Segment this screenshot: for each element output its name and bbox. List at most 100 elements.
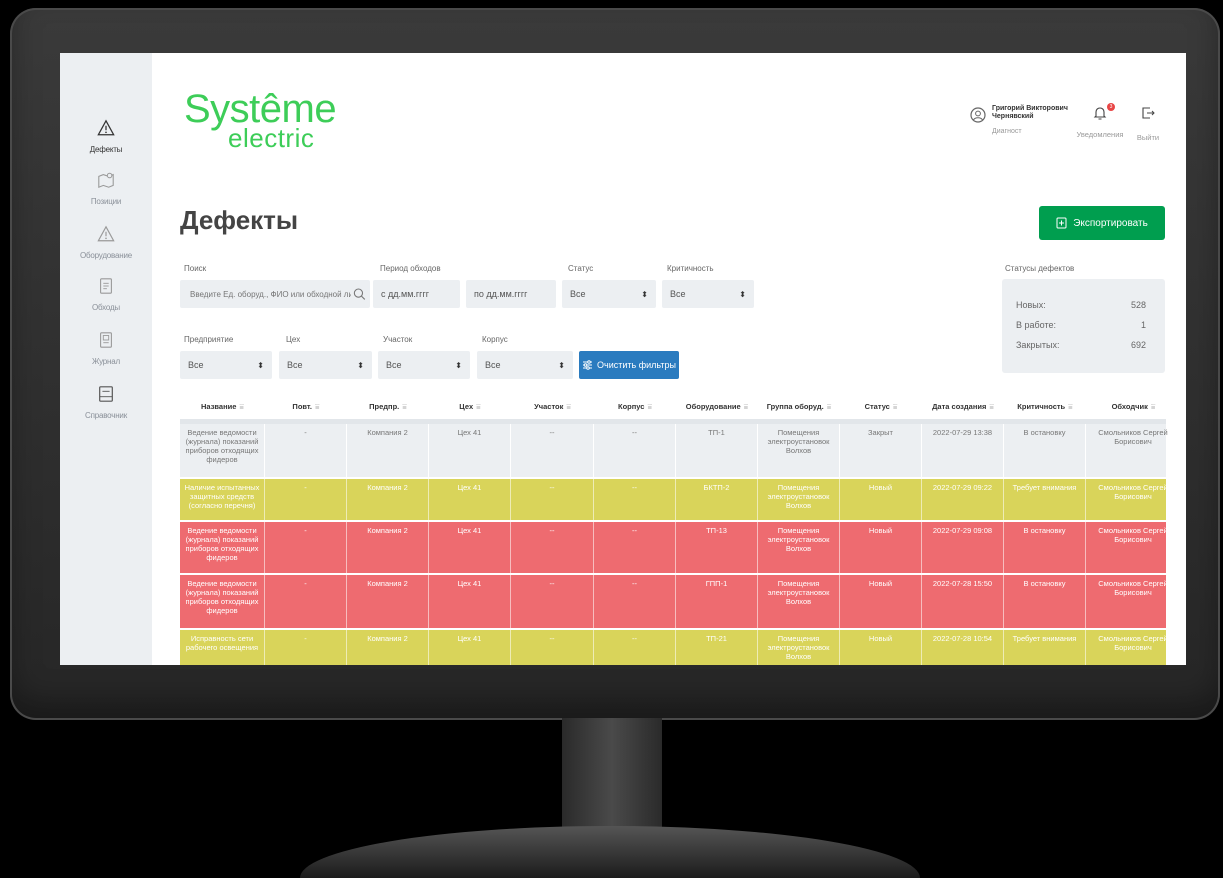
filter-icon[interactable]: ⩸ <box>476 402 481 411</box>
logout-button[interactable]: Выйти <box>1132 105 1164 142</box>
sidebar-item-label: Журнал <box>92 357 120 366</box>
table-cell: Цех 41 <box>429 424 511 477</box>
notifications-label: Уведомления <box>1076 130 1124 139</box>
table-cell: 2022-07-29 09:08 <box>922 522 1004 573</box>
table-cell: -- <box>594 575 676 628</box>
column-header[interactable]: Группа оборуд. ⩸ <box>758 402 840 412</box>
criticality-select[interactable]: Все ⬍ <box>662 280 754 308</box>
table-cell: Новый <box>840 522 922 573</box>
table-row[interactable]: Ведение ведомости (журнала) показаний пр… <box>180 424 1181 479</box>
table-cell: Цех 41 <box>429 630 511 665</box>
column-header[interactable]: Корпус ⩸ <box>594 402 676 412</box>
table-cell: Смольников Сергей Борисович <box>1086 522 1181 573</box>
select-arrows-icon: ⬍ <box>455 360 462 370</box>
building-select[interactable]: Все ⬍ <box>477 351 573 379</box>
table-cell: Компания 2 <box>347 630 429 665</box>
select-arrows-icon: ⬍ <box>641 289 648 299</box>
status-row-value: 528 <box>1130 300 1146 310</box>
filter-icon[interactable]: ⩸ <box>239 402 244 411</box>
filter-icon[interactable]: ⩸ <box>315 402 320 411</box>
table-cell: ГПП-1 <box>676 575 758 628</box>
filter-icon[interactable]: ⩸ <box>744 402 749 411</box>
sidebar-item-rounds[interactable]: Обходы <box>60 277 152 315</box>
column-header[interactable]: Повт. ⩸ <box>265 402 347 412</box>
sidebar-item-label: Оборудование <box>79 251 132 260</box>
sidebar-item-defects[interactable]: Дефекты <box>60 119 152 157</box>
filter-icon[interactable]: ⩸ <box>647 402 652 411</box>
document-icon <box>100 278 112 294</box>
filter-icon[interactable]: ⩸ <box>827 402 832 411</box>
table-row[interactable]: Ведение ведомости (журнала) показаний пр… <box>180 575 1181 630</box>
table-cell: - <box>265 479 347 520</box>
filter-icon[interactable]: ⩸ <box>893 402 898 411</box>
column-header[interactable]: Статус ⩸ <box>840 402 922 412</box>
status-row-label: Новых: <box>1016 300 1046 310</box>
status-row-value: 1 <box>1140 320 1146 330</box>
table-cell: Исправность сети рабочего освещения <box>180 630 265 665</box>
filter-icon[interactable]: ⩸ <box>1151 402 1156 411</box>
clear-filters-button[interactable]: Очистить фильтры <box>579 351 679 379</box>
column-header[interactable]: Название ⩸ <box>180 402 265 412</box>
filter-icon[interactable]: ⩸ <box>566 402 571 411</box>
table-cell: Смольников Сергей Борисович <box>1086 424 1181 477</box>
table-cell: Помещения электроустановок Волхов <box>758 424 840 477</box>
table-cell: -- <box>511 479 594 520</box>
sidebar-item-equipment[interactable]: Оборудование <box>60 225 152 263</box>
table-row[interactable]: Исправность сети рабочего освещения - Комп… <box>180 630 1181 665</box>
table-row[interactable]: Наличие испытанных защитных средств (сог… <box>180 479 1181 522</box>
column-header-label: Группа оборуд. <box>766 402 824 411</box>
table-cell: -- <box>594 630 676 665</box>
enterprise-select[interactable]: Все ⬍ <box>180 351 272 379</box>
column-header[interactable]: Предпр. ⩸ <box>347 402 429 412</box>
column-header[interactable]: Цех ⩸ <box>429 402 511 412</box>
period-to-input[interactable]: по дд.мм.гггг <box>466 280 556 308</box>
search-input[interactable] <box>188 288 354 300</box>
logout-label: Выйти <box>1136 133 1160 142</box>
table-cell: Смольников Сергей Борисович <box>1086 575 1181 628</box>
column-header-label: Дата создания <box>932 402 987 411</box>
table-cell: Наличие испытанных защитных средств (сог… <box>180 479 265 520</box>
table-cell: - <box>265 575 347 628</box>
table-cell: В остановку <box>1004 424 1086 477</box>
column-header[interactable]: Обходчик ⩸ <box>1086 402 1181 412</box>
column-header[interactable]: Дата создания ⩸ <box>922 402 1004 412</box>
filter-icon[interactable]: ⩸ <box>402 402 407 411</box>
brand-logo: Systême electric <box>184 89 337 153</box>
section-select[interactable]: Все ⬍ <box>378 351 470 379</box>
period-from-value: с дд.мм.гггг <box>381 289 430 299</box>
sidebar-item-positions[interactable]: Позиции <box>60 171 152 209</box>
column-header[interactable]: Оборудование ⩸ <box>676 402 758 412</box>
building-label: Корпус <box>482 335 508 344</box>
criticality-value: Все <box>670 289 686 299</box>
filter-icon[interactable]: ⩸ <box>989 402 994 411</box>
table-cell: -- <box>511 522 594 573</box>
table-cell: Новый <box>840 479 922 520</box>
status-select[interactable]: Все ⬍ <box>562 280 656 308</box>
table-cell: Ведение ведомости (журнала) показаний пр… <box>180 522 265 573</box>
column-header[interactable]: Участок ⩸ <box>511 402 594 412</box>
notifications-button[interactable]: 3 Уведомления <box>1075 103 1125 139</box>
table-cell: -- <box>594 479 676 520</box>
table-cell: Компания 2 <box>347 424 429 477</box>
table-cell: Помещения электроустановок Волхов <box>758 522 840 573</box>
table-cell: Компания 2 <box>347 522 429 573</box>
column-header[interactable]: Критичность ⩸ <box>1004 402 1086 412</box>
filter-icon[interactable]: ⩸ <box>1068 402 1073 411</box>
table-cell: -- <box>511 424 594 477</box>
sidebar-item-reference[interactable]: Справочник <box>60 385 152 423</box>
table-cell: Новый <box>840 575 922 628</box>
table-row[interactable]: Ведение ведомости (журнала) показаний пр… <box>180 522 1181 575</box>
logout-icon <box>1142 107 1155 119</box>
shop-select[interactable]: Все ⬍ <box>279 351 372 379</box>
table-cell: -- <box>594 424 676 477</box>
search-field <box>180 280 370 308</box>
status-summary-title: Статусы дефектов <box>1005 264 1075 273</box>
search-icon[interactable] <box>353 287 366 301</box>
sidebar-item-journal[interactable]: Журнал <box>60 331 152 369</box>
user-icon <box>970 107 986 123</box>
table-cell: Компания 2 <box>347 479 429 520</box>
export-button[interactable]: Экспортировать <box>1039 206 1165 240</box>
table-cell: Компания 2 <box>347 575 429 628</box>
defects-table: Название ⩸ Повт. ⩸ Предпр. ⩸ Цех ⩸ Участок ⩸ Корпу… <box>180 393 1181 665</box>
period-from-input[interactable]: с дд.мм.гггг <box>373 280 460 308</box>
